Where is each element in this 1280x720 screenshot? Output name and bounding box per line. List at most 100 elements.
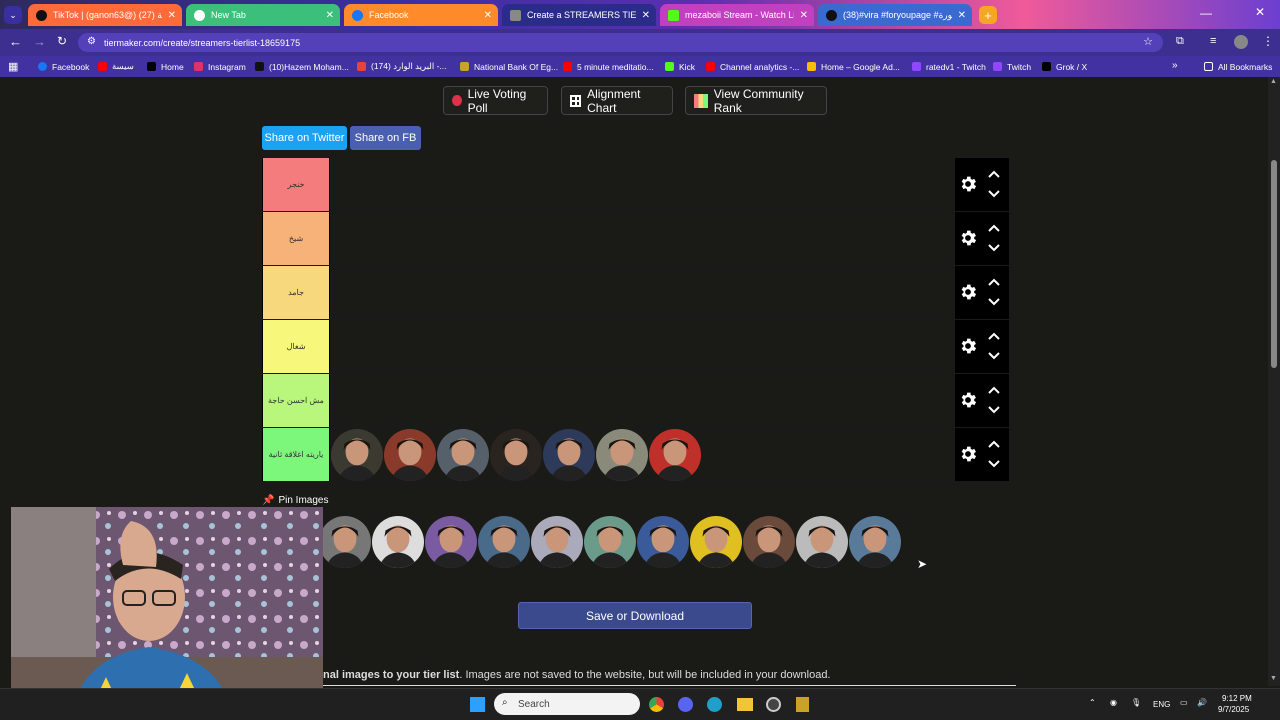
tier-label[interactable]: خنجر <box>263 158 329 211</box>
tray-chevron-icon[interactable]: ⌃ <box>1089 698 1096 707</box>
bookmark-twitch[interactable]: Twitch <box>993 56 1031 77</box>
tier-label[interactable]: شغال <box>263 320 329 373</box>
taskbar-search-input[interactable]: ⌕ Search <box>494 693 640 715</box>
streamer-image[interactable] <box>425 516 477 568</box>
streamer-image[interactable] <box>690 516 742 568</box>
app-taskbar-icon[interactable] <box>796 697 809 712</box>
tab-new-tab[interactable]: New Tab ✕ <box>186 4 340 26</box>
extensions-icon[interactable]: ⧉ <box>1176 35 1184 48</box>
tier-drop-zone[interactable] <box>330 428 955 481</box>
tier-drop-zone[interactable] <box>330 374 955 427</box>
bookmark-google-ads[interactable]: Home – Google Ad... <box>807 56 900 77</box>
share-fb-button[interactable]: Share on FB <box>350 126 421 150</box>
tier-label[interactable]: شيخ <box>263 212 329 265</box>
bookmark-star-icon[interactable]: ☆ <box>1143 35 1153 48</box>
bookmark-ratedv1[interactable]: ratedv1 - Twitch <box>912 56 986 77</box>
tier-drop-zone[interactable] <box>330 320 955 373</box>
clock-date[interactable]: 9/7/2025 <box>1218 705 1249 714</box>
tab-tiermaker[interactable]: Create a STREAMERS TIERLIST T ✕ <box>502 4 656 26</box>
share-twitter-button[interactable]: Share on Twitter <box>262 126 347 150</box>
bookmark-x-home[interactable]: Home <box>147 56 184 77</box>
streamer-image[interactable] <box>384 429 436 481</box>
streamer-image[interactable] <box>531 516 583 568</box>
streamer-image[interactable] <box>543 429 595 481</box>
network-icon[interactable]: ▭ <box>1180 698 1188 707</box>
scroll-up-icon[interactable]: ▲ <box>1270 78 1277 85</box>
gear-icon[interactable] <box>958 390 978 410</box>
language-indicator[interactable]: ENG <box>1153 700 1170 709</box>
bookmark-2[interactable]: سيسة <box>98 56 134 77</box>
live-voting-poll-button[interactable]: Live Voting Poll <box>443 86 548 115</box>
move-down-icon[interactable] <box>988 189 1000 199</box>
streamer-image[interactable] <box>372 516 424 568</box>
move-down-icon[interactable] <box>988 351 1000 361</box>
move-up-icon[interactable] <box>988 223 1000 233</box>
streamer-image[interactable] <box>743 516 795 568</box>
gear-icon[interactable] <box>958 444 978 464</box>
scroll-down-icon[interactable]: ▼ <box>1270 675 1277 682</box>
bookmark-grok[interactable]: Grok / X <box>1042 56 1087 77</box>
reload-icon[interactable]: ↻ <box>57 34 67 48</box>
view-community-rank-button[interactable]: View Community Rank <box>685 86 827 115</box>
forward-icon[interactable]: → <box>33 34 46 49</box>
close-icon[interactable]: ✕ <box>642 10 650 21</box>
streamer-image[interactable] <box>584 516 636 568</box>
gear-icon[interactable] <box>958 282 978 302</box>
save-download-button[interactable]: Save or Download <box>518 602 752 629</box>
tier-drop-zone[interactable] <box>330 158 955 211</box>
close-icon[interactable]: ✕ <box>800 10 808 21</box>
move-up-icon[interactable] <box>988 439 1000 449</box>
bookmark-facebook[interactable]: Facebook <box>38 56 89 77</box>
close-window-button[interactable]: ✕ <box>1255 5 1265 19</box>
profile-avatar[interactable] <box>1234 35 1248 49</box>
bookmark-nbe[interactable]: National Bank Of Eg... <box>460 56 558 77</box>
file-explorer-icon[interactable] <box>737 698 753 711</box>
site-info-icon[interactable]: ⚙ <box>87 36 96 47</box>
bookmark-meditation[interactable]: 5 minute meditatio... <box>563 56 654 77</box>
move-down-icon[interactable] <box>988 297 1000 307</box>
minimize-button[interactable]: — <box>1200 6 1212 20</box>
move-up-icon[interactable] <box>988 277 1000 287</box>
close-icon[interactable]: ✕ <box>326 10 334 21</box>
move-up-icon[interactable] <box>988 331 1000 341</box>
close-icon[interactable]: ✕ <box>958 10 966 21</box>
media-icon[interactable]: ≡ <box>1210 35 1216 47</box>
volume-icon[interactable]: 🔊 <box>1197 698 1207 707</box>
bookmark-channel-analytics[interactable]: Channel analytics -... <box>706 56 799 77</box>
move-down-icon[interactable] <box>988 243 1000 253</box>
horizontal-scrollbar[interactable] <box>323 685 1016 686</box>
streamer-image[interactable] <box>637 516 689 568</box>
tier-label[interactable]: مش احسن حاجة <box>263 374 329 427</box>
tab-tiktok[interactable]: TikTok | (ganon63@) جوجة (27) ✕ <box>28 4 182 26</box>
gear-icon[interactable] <box>958 336 978 356</box>
windows-start-icon[interactable] <box>470 697 485 712</box>
tier-label[interactable]: ياريته اغلاقة ثانية <box>263 428 329 481</box>
close-icon[interactable]: ✕ <box>484 10 492 21</box>
alignment-chart-button[interactable]: Alignment Chart <box>561 86 673 115</box>
bookmark-kick[interactable]: Kick <box>665 56 695 77</box>
close-icon[interactable]: ✕ <box>168 10 176 21</box>
tab-facebook[interactable]: Facebook ✕ <box>344 4 498 26</box>
move-up-icon[interactable] <box>988 169 1000 179</box>
more-bookmarks-icon[interactable]: » <box>1172 60 1178 71</box>
menu-icon[interactable]: ⋮ <box>1262 34 1274 48</box>
tier-label[interactable]: جامد <box>263 266 329 319</box>
streamer-image[interactable] <box>319 516 371 568</box>
streamer-image[interactable] <box>596 429 648 481</box>
clock-time[interactable]: 9:12 PM <box>1222 694 1252 703</box>
pin-images-toggle[interactable]: 📌 Pin Images <box>262 495 328 506</box>
back-icon[interactable]: ← <box>9 34 22 49</box>
discord-taskbar-icon[interactable] <box>678 697 693 712</box>
streamer-image[interactable] <box>478 516 530 568</box>
url-input[interactable]: ⚙ tiermaker.com/create/streamers-tierlis… <box>78 33 1163 52</box>
tier-drop-zone[interactable] <box>330 266 955 319</box>
tab-kick-stream[interactable]: mezaboii Stream - Watch Live o ✕ <box>660 4 814 26</box>
all-bookmarks[interactable]: All Bookmarks <box>1204 56 1272 77</box>
gear-icon[interactable] <box>958 228 978 248</box>
new-tab-button[interactable]: + <box>979 6 997 24</box>
bookmark-gmail[interactable]: (174) البريد الوارد -... <box>357 56 447 77</box>
gear-icon[interactable] <box>958 174 978 194</box>
tray-discord-icon[interactable]: ◉ <box>1110 698 1117 707</box>
tab-tiktok-vira[interactable]: (38)#vira #foryoupage #كمبلورة ✕ <box>818 4 972 26</box>
edge-taskbar-icon[interactable] <box>707 697 722 712</box>
